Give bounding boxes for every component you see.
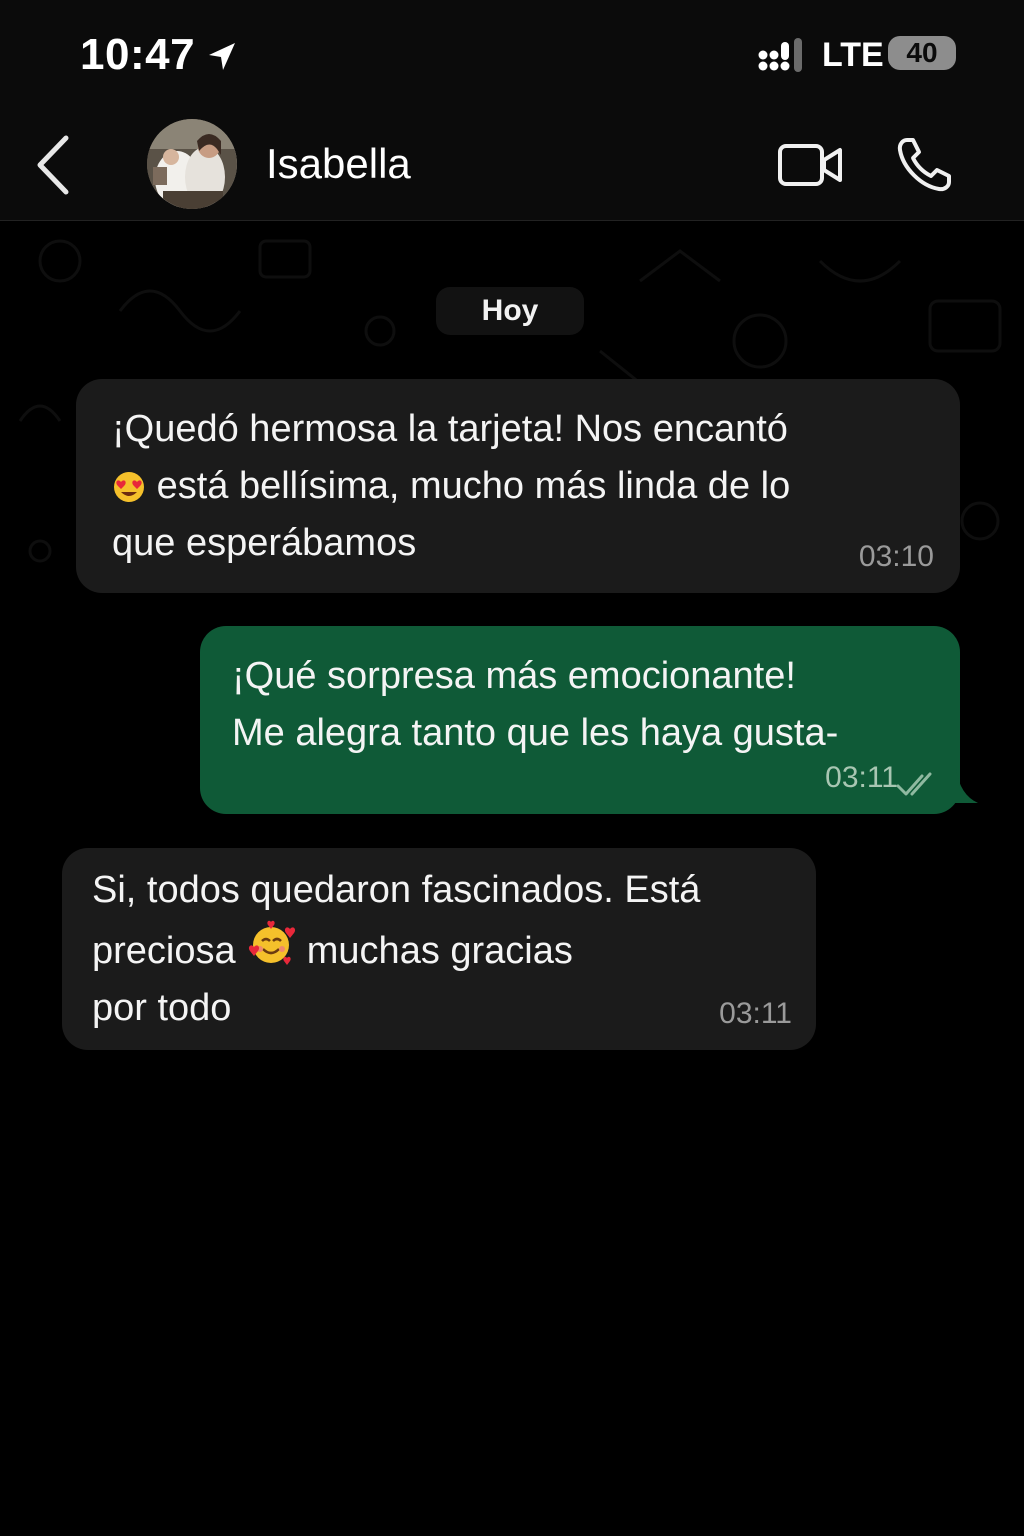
voice-call-button[interactable] bbox=[893, 134, 955, 196]
message-line: ¡Quedó hermosa la tarjeta! Nos encantó bbox=[112, 408, 788, 450]
status-time: 10:47 bbox=[80, 30, 196, 79]
smiling-face-with-hearts-emoji-icon bbox=[249, 920, 296, 965]
message-timestamp: 03:11 bbox=[719, 997, 792, 1030]
message-line-with-emoji: preciosa muchas gracias bbox=[92, 919, 792, 980]
avatar[interactable] bbox=[147, 119, 237, 209]
chat-area[interactable]: Hoy ¡Quedó hermosa la tarjeta! Nos encan… bbox=[0, 221, 1024, 1536]
date-separator: Hoy bbox=[436, 287, 584, 335]
message-bubble-incoming[interactable]: ¡Quedó hermosa la tarjeta! Nos encantó e… bbox=[76, 379, 960, 593]
network-type: LTE bbox=[822, 36, 884, 74]
contact-name[interactable]: Isabella bbox=[266, 140, 411, 188]
message-line: está bellísima, mucho más linda de lo bbox=[156, 465, 791, 507]
signal-icon bbox=[758, 38, 802, 72]
message-line: por todo bbox=[92, 987, 232, 1029]
message-line: preciosa bbox=[92, 930, 236, 972]
message-line: Si, todos quedaron fascinados. Está bbox=[92, 869, 701, 911]
heart-eyes-emoji-icon bbox=[114, 472, 144, 502]
location-arrow-icon bbox=[209, 43, 235, 70]
chat-screen: 10:47 LTE 40 Isabella Hoy ¡Quedó hermosa… bbox=[0, 0, 1024, 1536]
message-text: Si, todos quedaron fascinados. Está prec… bbox=[92, 862, 792, 1037]
message-line: ¡Qué sorpresa más emocionante! bbox=[232, 655, 796, 697]
double-check-icon bbox=[896, 772, 932, 796]
message-line-with-emoji: está bellísima, mucho más linda de lo bbox=[112, 458, 936, 515]
message-timestamp: 03:11 bbox=[825, 761, 898, 794]
message-bubble-incoming[interactable]: Si, todos quedaron fascinados. Está prec… bbox=[62, 848, 816, 1050]
video-call-button[interactable] bbox=[776, 140, 844, 190]
message-timestamp: 03:10 bbox=[858, 540, 934, 573]
back-button[interactable] bbox=[28, 132, 78, 198]
message-text: ¡Qué sorpresa más emocionante! Me alegra… bbox=[232, 648, 936, 762]
bubble-tail bbox=[948, 769, 978, 803]
message-line: muchas gracias bbox=[306, 930, 573, 972]
chat-header: Isabella bbox=[0, 110, 1024, 221]
battery-indicator: 40 bbox=[888, 36, 956, 70]
message-bubble-outgoing[interactable]: ¡Qué sorpresa más emocionante! Me alegra… bbox=[200, 626, 960, 814]
message-text: ¡Quedó hermosa la tarjeta! Nos encantó e… bbox=[112, 401, 936, 572]
message-line: que esperábamos bbox=[112, 522, 417, 564]
profile-photo-icon bbox=[147, 119, 237, 209]
status-bar: 10:47 LTE 40 bbox=[0, 0, 1024, 110]
